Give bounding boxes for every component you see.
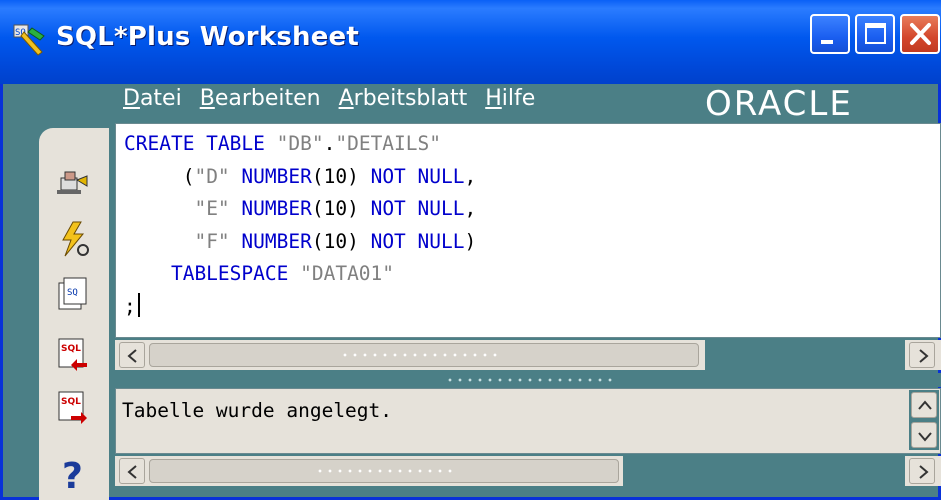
menu-item-datei[interactable]: Datei <box>123 86 182 116</box>
minimize-icon <box>821 40 833 44</box>
code-line: "F" NUMBER(10) NOT NULL) <box>194 229 477 253</box>
menu-bar: Datei Bearbeiten Arbeitsblatt Hilfe <box>123 86 535 116</box>
maximize-button[interactable] <box>855 14 895 54</box>
close-icon <box>910 23 931 45</box>
scroll-up-button[interactable] <box>911 392 937 418</box>
command-history-icon: SQ <box>58 277 87 310</box>
command-history-button[interactable]: SQ <box>53 273 95 315</box>
execute-icon <box>62 221 89 257</box>
sqlplus-worksheet-window: SQ SQL*Plus Worksheet Datei Bearbeiten Arb… <box>0 0 941 500</box>
connect-icon <box>57 171 88 194</box>
minimize-button[interactable] <box>810 14 850 54</box>
next-command-icon: SQL <box>58 391 87 424</box>
previous-command-icon: SQL <box>58 338 87 371</box>
maximize-icon <box>865 23 886 44</box>
output-panel[interactable]: Tabelle wurde angelegt. <box>115 388 941 454</box>
menu-item-hilfe[interactable]: Hilfe <box>485 86 535 116</box>
svg-text:SQL: SQL <box>61 397 81 407</box>
chevron-up-icon <box>918 400 932 410</box>
svg-text:SQ: SQ <box>67 288 78 298</box>
menu-item-arbeitsblatt[interactable]: Arbeitsblatt <box>339 86 468 116</box>
help-icon: ? <box>62 456 83 497</box>
editor-horizontal-scrollbar[interactable] <box>115 340 941 370</box>
text-cursor <box>137 292 140 317</box>
output-scroll-right-button[interactable] <box>909 458 935 484</box>
chevron-down-icon <box>918 432 932 442</box>
svg-text:?: ? <box>62 456 83 494</box>
code-line: ("D" NUMBER(10) NOT NULL, <box>124 164 477 188</box>
output-message: Tabelle wurde angelegt. <box>122 399 393 422</box>
output-scroll-left-button[interactable] <box>119 458 145 484</box>
execute-button[interactable] <box>53 218 95 260</box>
previous-command-button[interactable]: SQL <box>53 333 95 375</box>
next-command-button[interactable]: SQL <box>53 386 95 428</box>
oracle-logo: ORACLE <box>705 84 853 124</box>
chevron-right-icon <box>919 465 929 479</box>
code-line: ; <box>124 291 476 324</box>
scroll-left-button[interactable] <box>119 342 145 368</box>
left-toolbar: SQ SQL SQL ? <box>39 128 109 500</box>
code-line: CREATE TABLE "DB"."DETAILS" <box>124 132 442 155</box>
chevron-left-icon <box>127 349 137 363</box>
chevron-left-icon <box>127 465 137 479</box>
help-button[interactable]: ? <box>53 452 95 497</box>
menu-item-bearbeiten[interactable]: Bearbeiten <box>200 86 321 116</box>
title-bar[interactable]: SQ SQL*Plus Worksheet <box>0 0 941 84</box>
sql-code: CREATE TABLE "DB"."DETAILS" ("D" NUMBER(… <box>124 128 476 323</box>
scroll-right-button[interactable] <box>909 342 935 368</box>
connect-button[interactable] <box>53 160 95 202</box>
output-vertical-scrollbar[interactable] <box>909 390 939 450</box>
svg-text:SQL: SQL <box>61 344 81 354</box>
window-title: SQL*Plus Worksheet <box>56 22 360 52</box>
panel-splitter[interactable] <box>115 373 941 387</box>
sql-editor[interactable]: CREATE TABLE "DB"."DETAILS" ("D" NUMBER(… <box>115 123 941 338</box>
code-line: TABLESPACE "DATA01" <box>124 262 395 285</box>
code-line: "E" NUMBER(10) NOT NULL, <box>194 197 477 220</box>
sqlplus-app-icon: SQ <box>12 22 48 58</box>
chevron-right-icon <box>919 349 929 363</box>
output-horizontal-scrollbar[interactable] <box>115 456 941 486</box>
scroll-down-button[interactable] <box>911 422 937 448</box>
close-button[interactable] <box>900 14 940 54</box>
